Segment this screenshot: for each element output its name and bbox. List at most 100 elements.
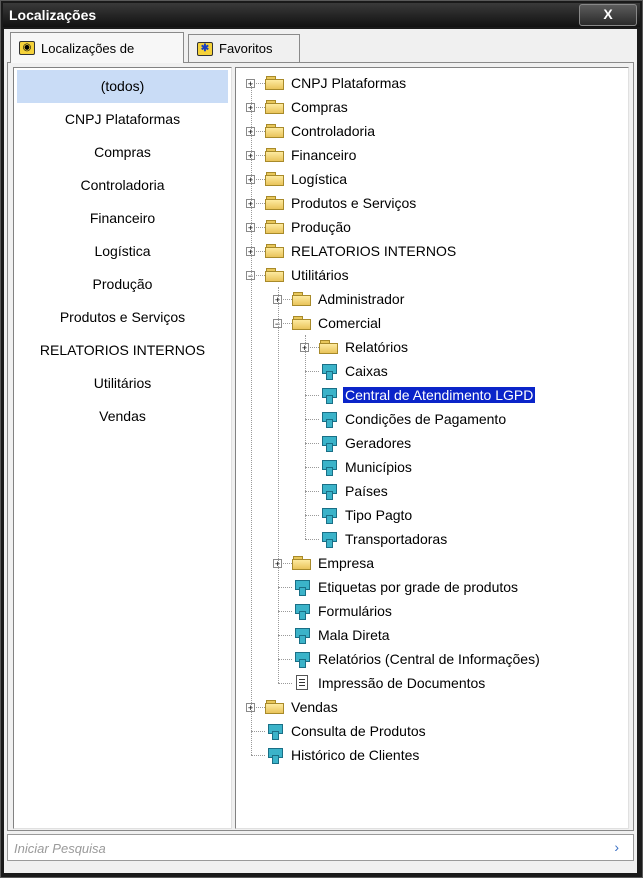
tree-node[interactable]: Municípios — [236, 455, 628, 479]
tree-node[interactable]: + Vendas — [236, 695, 628, 719]
tree-connector — [278, 683, 292, 684]
tree-node-label: Condições de Pagamento — [345, 411, 507, 427]
tree-node[interactable]: Mala Direta — [236, 623, 628, 647]
tree-node-label: Etiquetas por grade de produtos — [318, 579, 519, 595]
tab-localizacoes-label: Localizações de — [41, 40, 135, 56]
tree-node[interactable]: Condições de Pagamento — [236, 407, 628, 431]
folder-icon — [265, 100, 285, 114]
tree-node[interactable]: Caixas — [236, 359, 628, 383]
category-items: (todos) CNPJ Plataformas Compras Controlado… — [14, 68, 231, 433]
tree-node[interactable]: + Produção — [236, 215, 628, 239]
tree-connector — [278, 659, 292, 660]
tree-node[interactable]: + Empresa — [236, 551, 628, 575]
camera-icon: ◉ — [19, 41, 35, 55]
tree-node-label: Geradores — [345, 435, 412, 451]
tree-node[interactable]: Impressão de Documentos — [236, 671, 628, 695]
tab-content: (todos) CNPJ Plataformas Compras Controlado… — [7, 62, 634, 831]
folder-icon — [319, 340, 339, 354]
window-title: Localizações — [9, 7, 97, 23]
tree-node-label: Municípios — [345, 459, 412, 475]
tree-node[interactable]: + Controladoria — [236, 119, 628, 143]
category-list[interactable]: (todos) CNPJ Plataformas Compras Controlado… — [13, 67, 232, 829]
tree-connector — [278, 587, 292, 588]
category-item[interactable]: Vendas — [14, 400, 231, 433]
close-button[interactable]: X — [579, 4, 637, 26]
tree-node[interactable]: − Comercial — [236, 311, 628, 335]
report-icon — [267, 723, 283, 740]
tree-node-label: Vendas — [291, 699, 338, 715]
tree-node[interactable]: Formulários — [236, 599, 628, 623]
localizacoes-window: Localizações X ◉ Localizações de ✱ Favor… — [0, 0, 643, 878]
tree-node-label: Relatórios — [345, 339, 409, 355]
category-item[interactable]: RELATORIOS INTERNOS — [14, 334, 231, 367]
report-icon — [321, 435, 337, 452]
tree-connector — [305, 419, 319, 420]
category-item[interactable]: Produtos e Serviços — [14, 301, 231, 334]
category-item[interactable]: Controladoria — [14, 169, 231, 202]
category-item[interactable]: Produção — [14, 268, 231, 301]
report-icon — [321, 411, 337, 428]
tree-node-label: Formulários — [318, 603, 392, 619]
category-item[interactable]: Compras — [14, 136, 231, 169]
tree-node[interactable]: Geradores — [236, 431, 628, 455]
tree-node[interactable]: + Relatórios — [236, 335, 628, 359]
tree-node-label: Relatórios (Central de Informações) — [318, 651, 540, 667]
tree-node[interactable]: Transportadoras — [236, 527, 628, 551]
tree-node-label: Controladoria — [291, 123, 376, 139]
tree-node[interactable]: + Produtos e Serviços — [236, 191, 628, 215]
tree-node-label: Impressão de Documentos — [318, 675, 486, 691]
search-input[interactable] — [12, 838, 596, 859]
tree-node-label: Tipo Pagto — [345, 507, 413, 523]
title-bar[interactable]: Localizações X — [3, 3, 640, 27]
tree-node[interactable]: Central de Atendimento LGPD — [236, 383, 628, 407]
tree-node[interactable]: + Compras — [236, 95, 628, 119]
folder-icon — [265, 220, 285, 234]
tree-node[interactable]: Consulta de Produtos — [236, 719, 628, 743]
tree-node[interactable]: Relatórios (Central de Informações) — [236, 647, 628, 671]
tree-node-label: Caixas — [345, 363, 388, 379]
report-icon — [321, 387, 337, 404]
tree-connector — [251, 755, 265, 756]
tab-favoritos-label: Favoritos — [219, 41, 273, 56]
tree-node[interactable]: Histórico de Clientes — [236, 743, 628, 767]
search-go-icon[interactable]: › — [614, 839, 619, 855]
tab-favoritos[interactable]: ✱ Favoritos — [188, 34, 300, 62]
tree-connector — [305, 515, 319, 516]
tree-node-label: Logística — [291, 171, 348, 187]
tree-connector — [305, 395, 319, 396]
tree-connector — [251, 731, 265, 732]
report-tree[interactable]: + CNPJ Plataformas + Compras + Controladoria +… — [235, 67, 629, 829]
window-client-area: ◉ Localizações de ✱ Favoritos (todos) CNP… — [4, 29, 637, 873]
tree-node-label: RELATORIOS INTERNOS — [291, 243, 457, 259]
tree-node[interactable]: Países — [236, 479, 628, 503]
tree-node-label: Financeiro — [291, 147, 357, 163]
tree-connector — [305, 491, 319, 492]
category-item[interactable]: (todos) — [17, 70, 228, 103]
tree-node[interactable]: Tipo Pagto — [236, 503, 628, 527]
tree-node-label: Compras — [291, 99, 348, 115]
tree-node-label: Central de Atendimento LGPD — [341, 386, 537, 404]
tree-node[interactable]: − Utilitários — [236, 263, 628, 287]
folder-icon — [265, 124, 285, 138]
tree-node-label: Transportadoras — [345, 531, 448, 547]
tab-localizacoes[interactable]: ◉ Localizações de — [10, 32, 184, 63]
category-item[interactable]: Financeiro — [14, 202, 231, 235]
tree-node[interactable]: + RELATORIOS INTERNOS — [236, 239, 628, 263]
tree-connector — [305, 443, 319, 444]
category-item[interactable]: CNPJ Plataformas — [14, 103, 231, 136]
folder-icon — [265, 268, 285, 282]
tree-node[interactable]: + Logística — [236, 167, 628, 191]
tree-node[interactable]: + CNPJ Plataformas — [236, 71, 628, 95]
folder-icon — [265, 148, 285, 162]
category-item[interactable]: Logística — [14, 235, 231, 268]
folder-icon — [265, 76, 285, 90]
report-icon — [294, 579, 310, 596]
tree-node[interactable]: Etiquetas por grade de produtos — [236, 575, 628, 599]
tree-node[interactable]: + Financeiro — [236, 143, 628, 167]
tree-connector — [305, 539, 319, 540]
tree-node[interactable]: + Administrador — [236, 287, 628, 311]
tree-node-label: Mala Direta — [318, 627, 390, 643]
tree-guide-line — [251, 83, 252, 755]
category-item[interactable]: Utilitários — [14, 367, 231, 400]
report-icon — [321, 483, 337, 500]
